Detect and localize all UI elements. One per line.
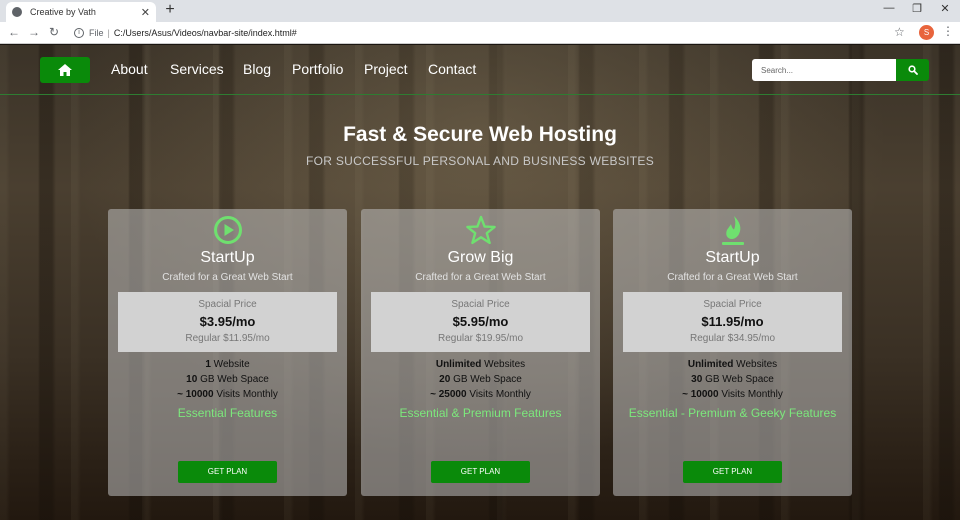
plan-card-startup: StartUp Crafted for a Great Web Start Sp…	[108, 209, 347, 496]
globe-icon	[12, 7, 22, 17]
profile-avatar[interactable]: S	[919, 25, 934, 40]
features-link[interactable]: Essential & Premium Features	[361, 406, 600, 420]
back-arrow-icon[interactable]: ←	[6, 25, 22, 39]
hero-title: Fast & Secure Web Hosting	[343, 123, 617, 146]
regular-price: Regular $19.95/mo	[437, 333, 524, 344]
feature-websites: Unlimited Websites	[687, 359, 778, 370]
search-form	[752, 59, 929, 81]
nav-link-project[interactable]: Project	[364, 61, 408, 77]
flame-icon	[721, 216, 744, 245]
minimize-button[interactable]: —	[875, 2, 903, 14]
url-separator: |	[107, 28, 110, 38]
search-icon	[907, 65, 918, 75]
url-field[interactable]: i File | C:/Users/Asus/Videos/navbar-sit…	[68, 24, 914, 42]
get-plan-button[interactable]: GET PLAN	[178, 461, 277, 483]
bookmark-star-icon[interactable]: ☆	[894, 25, 905, 39]
plan-tagline: Crafted for a Great Web Start	[162, 272, 293, 283]
home-button[interactable]	[40, 57, 90, 83]
regular-price: Regular $34.95/mo	[689, 333, 776, 344]
nav-link-portfolio[interactable]: Portfolio	[292, 61, 343, 77]
hero-subtitle: FOR SUCCESSFUL PERSONAL AND BUSINESS WEB…	[305, 154, 655, 168]
price-box: Spacial Price $5.95/mo Regular $19.95/mo	[371, 292, 590, 352]
feature-visits: ~ 25000 Visits Monthly	[430, 389, 531, 400]
url-text[interactable]: C:/Users/Asus/Videos/navbar-site/index.h…	[114, 28, 297, 38]
get-plan-button[interactable]: GET PLAN	[431, 461, 530, 483]
nav-link-contact[interactable]: Contact	[428, 61, 476, 77]
plan-card-startup-geeky: StartUp Crafted for a Great Web Start Sp…	[613, 209, 852, 496]
price-box: Spacial Price $11.95/mo Regular $34.95/m…	[623, 292, 842, 352]
feature-websites: Unlimited Websites	[435, 359, 526, 370]
features-link[interactable]: Essential Features	[108, 406, 347, 420]
feature-web-space: 30 GB Web Space	[691, 374, 774, 385]
tab-close-icon[interactable]: ✕	[141, 6, 150, 19]
window-close-button[interactable]: ✕	[931, 2, 959, 15]
price-label: Spacial Price	[703, 299, 762, 310]
star-icon	[465, 215, 496, 245]
search-input[interactable]	[752, 59, 896, 81]
maximize-button[interactable]: ❐	[903, 2, 931, 15]
browser-menu-icon[interactable]: ⋮	[942, 24, 954, 38]
new-tab-button[interactable]: +	[162, 1, 178, 19]
plan-name: Grow Big	[447, 249, 514, 266]
home-icon	[58, 64, 72, 76]
price-box: Spacial Price $3.95/mo Regular $11.95/mo	[118, 292, 337, 352]
browser-address-bar: ← → ↻ i File | C:/Users/Asus/Videos/navb…	[0, 22, 960, 44]
price-label: Spacial Price	[198, 299, 257, 310]
regular-price: Regular $11.95/mo	[185, 333, 270, 344]
feature-web-space: 10 GB Web Space	[186, 374, 269, 385]
forward-arrow-icon[interactable]: →	[26, 25, 42, 39]
nav-link-about[interactable]: About	[111, 61, 148, 77]
price-label: Spacial Price	[451, 299, 510, 310]
features-link[interactable]: Essential - Premium & Geeky Features	[613, 406, 852, 420]
reload-icon[interactable]: ↻	[46, 25, 62, 39]
play-circle-icon	[213, 216, 242, 244]
feature-visits: ~ 10000 Visits Monthly	[682, 389, 783, 400]
plan-tagline: Crafted for a Great Web Start	[667, 272, 798, 283]
tab-title: Creative by Vath	[30, 7, 96, 17]
get-plan-button[interactable]: GET PLAN	[683, 461, 782, 483]
nav-link-services[interactable]: Services	[170, 61, 224, 77]
plan-name: StartUp	[705, 249, 760, 266]
price-amount: $3.95/mo	[199, 314, 256, 329]
price-amount: $11.95/mo	[701, 314, 764, 329]
plan-tagline: Crafted for a Great Web Start	[415, 272, 546, 283]
search-button[interactable]	[896, 59, 929, 81]
web-page: About Services Blog Portfolio Project Co…	[0, 45, 960, 520]
feature-web-space: 20 GB Web Space	[439, 374, 522, 385]
feature-websites: 1 Website	[205, 359, 250, 370]
price-amount: $5.95/mo	[452, 314, 509, 329]
nav-link-blog[interactable]: Blog	[243, 61, 271, 77]
browser-tab-bar: Creative by Vath ✕ + — ❐ ✕	[0, 0, 960, 22]
info-icon[interactable]: i	[74, 28, 84, 38]
feature-visits: ~ 10000 Visits Monthly	[177, 389, 278, 400]
file-scheme-label: File	[89, 28, 104, 38]
browser-tab[interactable]: Creative by Vath ✕	[6, 2, 156, 22]
plan-name: StartUp	[200, 249, 255, 266]
plan-card-grow-big: Grow Big Crafted for a Great Web Start S…	[361, 209, 600, 496]
site-navbar: About Services Blog Portfolio Project Co…	[0, 45, 960, 95]
